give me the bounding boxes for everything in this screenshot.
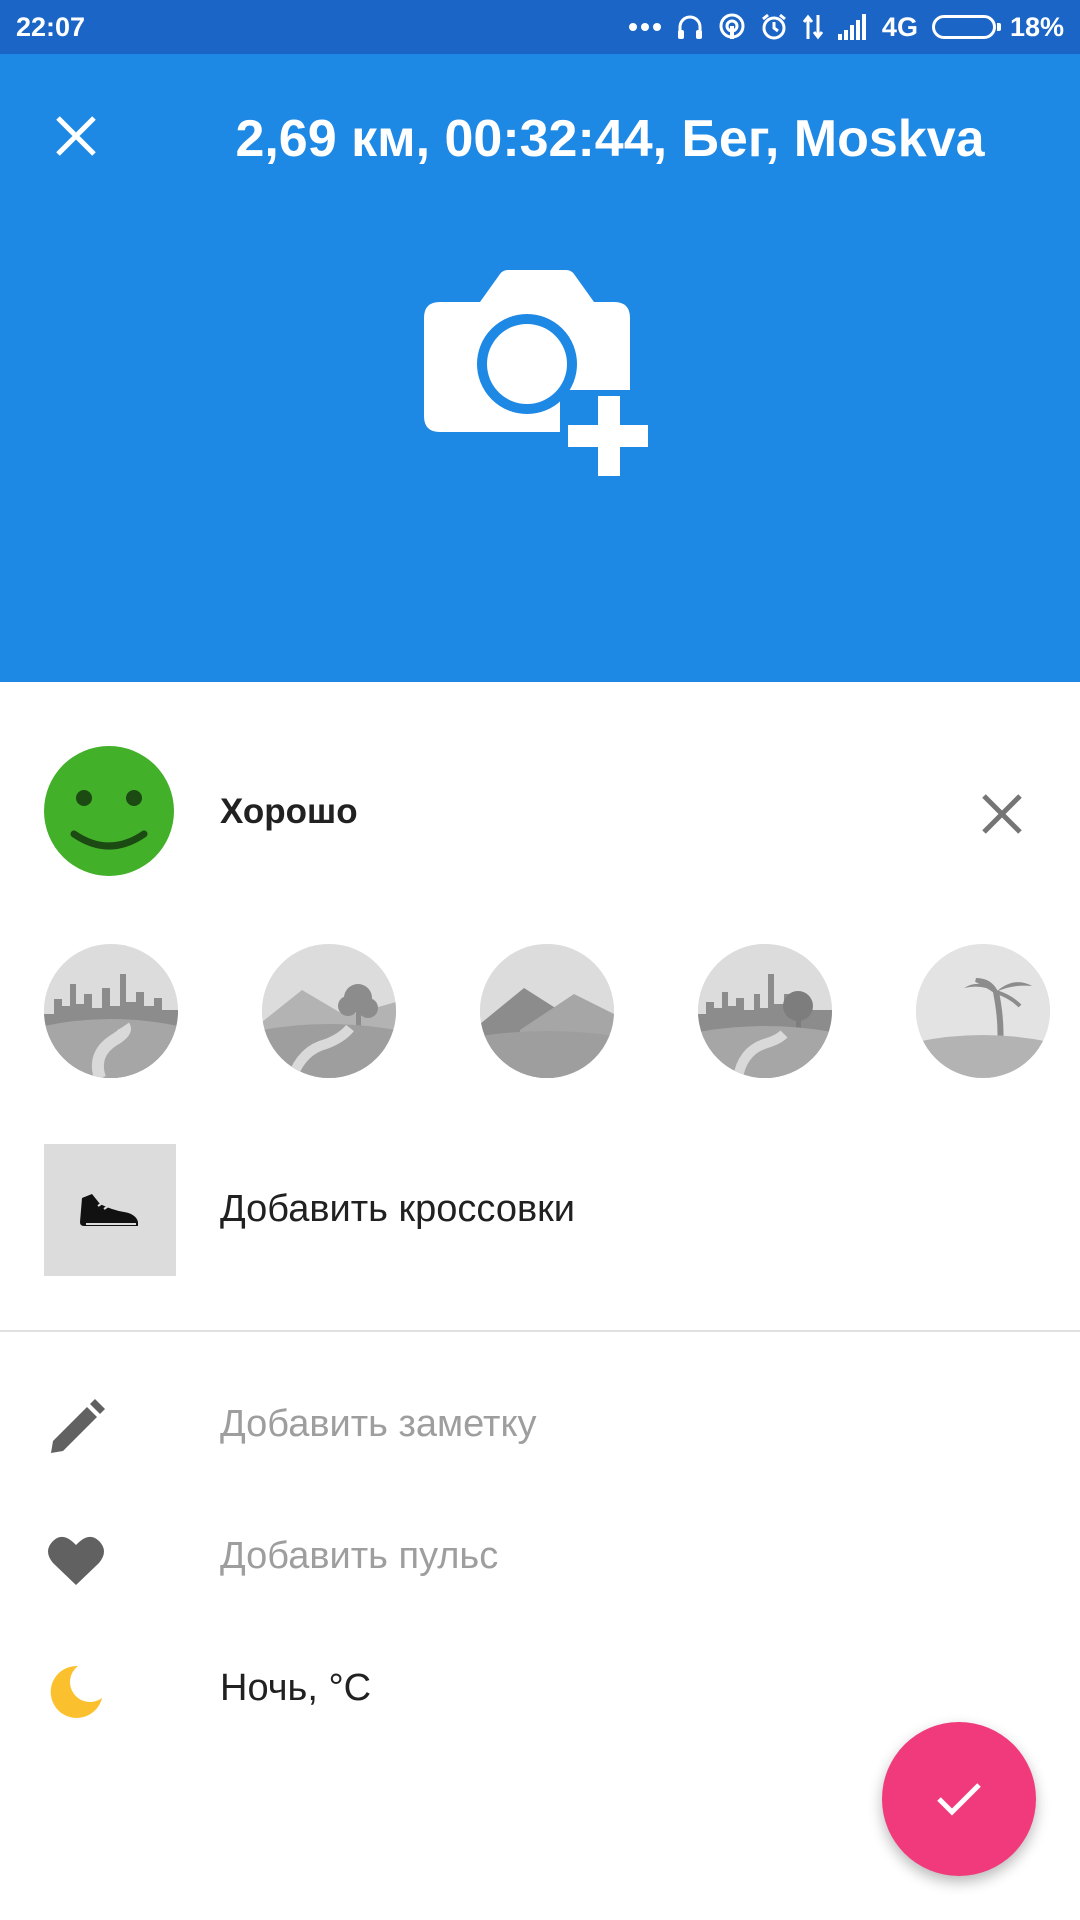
pencil-icon: [44, 1396, 108, 1460]
check-icon: [937, 1783, 981, 1816]
workout-header: 2,69 км, 00:32:44, Бег, Moskva: [0, 54, 1080, 682]
close-icon: [982, 794, 1022, 834]
terrain-trail-park[interactable]: [262, 944, 396, 1078]
status-icons: 4G 18%: [628, 12, 1064, 43]
signal-icon: [837, 14, 868, 40]
weather-label: Ночь, °C: [220, 1667, 372, 1709]
alarm-icon: [760, 13, 788, 41]
weather-row[interactable]: Ночь, °C: [0, 1633, 1080, 1743]
camera-add-icon: [424, 270, 656, 486]
terrain-beach[interactable]: [916, 944, 1050, 1078]
network-type: 4G: [881, 11, 918, 42]
add-photo-button[interactable]: [418, 268, 668, 486]
hotspot-icon: [718, 13, 746, 41]
add-shoes-label: Добавить кроссовки: [220, 1188, 575, 1230]
data-transfer-icon: [802, 13, 824, 41]
save-button[interactable]: [882, 1722, 1036, 1876]
shoe-icon: [80, 1194, 138, 1226]
smiley-icon[interactable]: [44, 746, 174, 876]
clear-feeling-button[interactable]: [978, 790, 1026, 838]
add-pulse-row[interactable]: Добавить пульс: [0, 1501, 1080, 1611]
terrain-city-park[interactable]: [698, 944, 832, 1078]
more-dots-icon: [628, 22, 662, 32]
add-note-label: Добавить заметку: [220, 1403, 537, 1445]
status-bar: 22:07 4G 18%: [0, 0, 1080, 54]
feeling-label: Хорошо: [220, 792, 358, 831]
divider: [0, 1330, 1080, 1332]
add-note-row[interactable]: Добавить заметку: [0, 1369, 1080, 1479]
shoe-thumbnail: [44, 1144, 176, 1276]
close-button[interactable]: [44, 104, 108, 168]
terrain-hills[interactable]: [480, 944, 614, 1078]
heart-icon: [44, 1528, 108, 1592]
status-time: 22:07: [16, 11, 86, 42]
battery-percent: 18%: [1009, 11, 1064, 42]
workout-title: 2,69 км, 00:32:44, Бег, Moskva: [235, 110, 985, 168]
add-pulse-label: Добавить пульс: [220, 1535, 499, 1577]
headphones-icon: [676, 13, 704, 41]
terrain-city-road[interactable]: [44, 944, 178, 1078]
terrain-selector: [0, 944, 1080, 1080]
add-shoes-row[interactable]: Добавить кроссовки: [0, 1144, 1080, 1276]
feeling-row[interactable]: Хорошо: [0, 744, 1080, 884]
moon-icon: [44, 1660, 108, 1724]
battery-icon: [931, 15, 1001, 39]
close-icon: [56, 116, 96, 156]
